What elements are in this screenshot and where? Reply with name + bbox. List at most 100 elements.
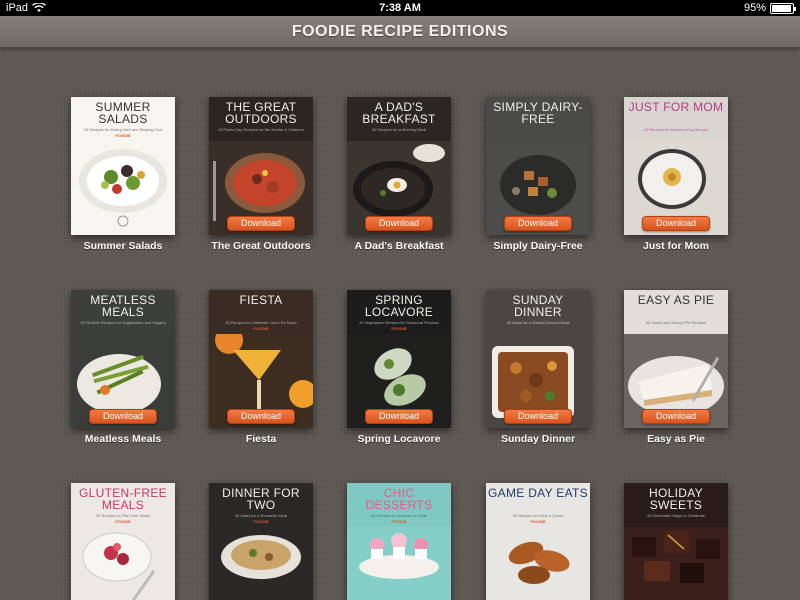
- edition-card-fiesta[interactable]: FIESTA 20 Recipes to Celebrate Cinco De …: [209, 290, 313, 445]
- edition-card-a-dads-breakfast[interactable]: A DAD'S BREAKFAST 40 Recipes for a Morni…: [347, 97, 451, 252]
- edition-title[interactable]: A Dad's Breakfast: [319, 240, 479, 252]
- edition-title[interactable]: Easy as Pie: [596, 433, 756, 445]
- download-button[interactable]: Download: [227, 409, 295, 424]
- edition-cover[interactable]: SUMMER SALADS 20 Recipes for Eating Well…: [71, 97, 175, 235]
- edition-cover[interactable]: THE GREAT OUTDOORS 10 Picnic Day Recipes…: [209, 97, 313, 235]
- cover-subtitle: 40 Ideas for a Weekly Dinner Ritual: [506, 320, 570, 325]
- download-button[interactable]: Download: [642, 216, 710, 231]
- salad-plate-icon: [71, 141, 175, 235]
- cupcakes-icon: [347, 527, 451, 600]
- cover-title: A DAD'S BREAKFAST: [362, 100, 436, 126]
- cover-brand: FOODIE: [530, 519, 546, 524]
- page-title: FOODIE RECIPE EDITIONS: [291, 22, 509, 40]
- download-button[interactable]: Download: [227, 216, 295, 231]
- edition-cover[interactable]: GAME DAY EATS 40 Recipes to Feed a Crowd…: [486, 483, 590, 600]
- cover-subtitle: 30 Recipes to Plan Your Week: [96, 513, 150, 518]
- edition-cover[interactable]: A DAD'S BREAKFAST 40 Recipes for a Morni…: [347, 97, 451, 235]
- cover-subtitle: 20 Recipes to Celebrate Cinco De Mayo: [225, 320, 297, 325]
- edition-cover[interactable]: GLUTEN-FREE MEALS 30 Recipes to Plan You…: [71, 483, 175, 600]
- cover-title: EASY AS PIE: [637, 293, 715, 307]
- edition-title[interactable]: The Great Outdoors: [181, 240, 341, 252]
- cover-brand: FOODIE: [115, 519, 131, 524]
- cover-title: JUST FOR MOM: [628, 100, 724, 114]
- wifi-icon: [32, 3, 47, 12]
- cover-title: SPRING LOCAVORE: [364, 293, 434, 319]
- cover-subtitle: 40 Sweet and Savory Pie Recipes: [645, 320, 707, 325]
- battery-icon: [770, 2, 796, 14]
- cover-title: MEATLESS MEALS: [90, 293, 156, 319]
- edition-card-easy-as-pie[interactable]: EASY AS PIE 40 Sweet and Savory Pie Reci…: [624, 290, 728, 445]
- edition-title[interactable]: Fiesta: [181, 433, 341, 445]
- edition-cover[interactable]: EASY AS PIE 40 Sweet and Savory Pie Reci…: [624, 290, 728, 428]
- cover-subtitle: 20 Recipes for Eating Well and Staying C…: [83, 127, 163, 132]
- edition-cover[interactable]: FIESTA 20 Recipes to Celebrate Cinco De …: [209, 290, 313, 428]
- status-bar: iPad 7:38 AM 95%: [0, 0, 800, 16]
- berry-bowl-icon: [71, 527, 175, 600]
- edition-card-gluten-free-meals[interactable]: GLUTEN-FREE MEALS 30 Recipes to Plan You…: [71, 483, 175, 600]
- battery-percent: 95%: [743, 2, 766, 14]
- edition-title[interactable]: Summer Salads: [43, 240, 203, 252]
- edition-cover[interactable]: JUST FOR MOM 20 Recipes for Mother's Day…: [624, 97, 728, 235]
- pasta-bowl-icon: [209, 527, 313, 600]
- device-label: iPad: [6, 2, 29, 14]
- cover-brand: FOODIE: [253, 519, 269, 524]
- cover-brand: FOODIE: [253, 326, 269, 331]
- edition-card-spring-locavore[interactable]: SPRING LOCAVORE 20 Vegetarian Recipes fo…: [347, 290, 451, 445]
- edition-cover[interactable]: SUNDAY DINNER 40 Ideas for a Weekly Dinn…: [486, 290, 590, 428]
- cover-subtitle: 40 Ideas for a Romantic Meal: [234, 513, 288, 518]
- cover-subtitle: 10 Picnic Day Recipes for the Hunter & G…: [217, 127, 305, 132]
- cover-subtitle: 40 Delectable Ways to Celebrate: [646, 513, 706, 518]
- cover-title: GAME DAY EATS: [488, 486, 588, 500]
- cover-title: SUNDAY DINNER: [512, 293, 564, 319]
- download-button[interactable]: Download: [504, 409, 572, 424]
- edition-title[interactable]: Just for Mom: [596, 240, 756, 252]
- clock: 7:38 AM: [379, 2, 421, 14]
- title-bar: FOODIE RECIPE EDITIONS: [0, 16, 800, 48]
- edition-cover[interactable]: CHIC DESSERTS 40 Recipes to Entertain in…: [347, 483, 451, 600]
- edition-card-game-day-eats[interactable]: GAME DAY EATS 40 Recipes to Feed a Crowd…: [486, 483, 590, 600]
- download-button[interactable]: Download: [89, 409, 157, 424]
- cover-title: DINNER FOR TWO: [222, 486, 300, 512]
- chocolates-icon: [624, 527, 728, 600]
- edition-card-simply-dairy-free[interactable]: SIMPLY DAIRY-FREE Download Simply Dairy-…: [486, 97, 590, 252]
- download-button[interactable]: Download: [365, 216, 433, 231]
- cover-title: SUMMER SALADS: [95, 100, 151, 126]
- edition-title[interactable]: Sunday Dinner: [458, 433, 618, 445]
- edition-card-sunday-dinner[interactable]: SUNDAY DINNER 40 Ideas for a Weekly Dinn…: [486, 290, 590, 445]
- edition-card-summer-salads[interactable]: SUMMER SALADS 20 Recipes for Eating Well…: [71, 97, 175, 252]
- cover-subtitle: 20 Vegetarian Recipes for Seasonal Produ…: [359, 320, 439, 325]
- cover-title: GLUTEN-FREE MEALS: [79, 486, 167, 512]
- edition-cover[interactable]: DINNER FOR TWO 40 Ideas for a Romantic M…: [209, 483, 313, 600]
- edition-cover[interactable]: MEATLESS MEALS 40 Flexible Recipes for V…: [71, 290, 175, 428]
- cover-title: THE GREAT OUTDOORS: [225, 100, 297, 126]
- chicken-wings-icon: [486, 527, 590, 600]
- cover-brand: FOODIE: [391, 519, 407, 524]
- edition-cover[interactable]: SPRING LOCAVORE 20 Vegetarian Recipes fo…: [347, 290, 451, 428]
- edition-title[interactable]: Meatless Meals: [43, 433, 203, 445]
- cover-title: SIMPLY DAIRY-FREE: [493, 100, 583, 126]
- cover-brand: FOODIE: [391, 326, 407, 331]
- edition-card-dinner-for-two[interactable]: DINNER FOR TWO 40 Ideas for a Romantic M…: [209, 483, 313, 600]
- cover-brand: FOODIE: [115, 133, 131, 138]
- edition-cover[interactable]: SIMPLY DAIRY-FREE Download: [486, 97, 590, 235]
- cover-title: HOLIDAY SWEETS: [649, 486, 703, 512]
- edition-title[interactable]: Spring Locavore: [319, 433, 479, 445]
- edition-card-holiday-sweets[interactable]: HOLIDAY SWEETS 40 Delectable Ways to Cel…: [624, 483, 728, 600]
- cover-subtitle: 20 Recipes for Mother's Day Brunch: [643, 127, 709, 132]
- edition-card-the-great-outdoors[interactable]: THE GREAT OUTDOORS 10 Picnic Day Recipes…: [209, 97, 313, 252]
- edition-card-chic-desserts[interactable]: CHIC DESSERTS 40 Recipes to Entertain in…: [347, 483, 451, 600]
- cover-subtitle: 40 Recipes to Feed a Crowd: [512, 513, 564, 518]
- edition-card-meatless-meals[interactable]: MEATLESS MEALS 40 Flexible Recipes for V…: [71, 290, 175, 445]
- cover-title: FIESTA: [239, 293, 283, 307]
- cover-subtitle: 40 Recipes to Entertain in Style: [371, 513, 427, 518]
- edition-cover[interactable]: HOLIDAY SWEETS 40 Delectable Ways to Cel…: [624, 483, 728, 600]
- download-button[interactable]: Download: [365, 409, 433, 424]
- edition-card-just-for-mom[interactable]: JUST FOR MOM 20 Recipes for Mother's Day…: [624, 97, 728, 252]
- download-button[interactable]: Download: [504, 216, 572, 231]
- cover-subtitle: 40 Flexible Recipes for Vegetarians and …: [80, 320, 166, 325]
- cover-subtitle: 40 Recipes for a Morning Meal: [371, 127, 427, 132]
- download-button[interactable]: Download: [642, 409, 710, 424]
- edition-title[interactable]: Simply Dairy-Free: [458, 240, 618, 252]
- cover-title: CHIC DESSERTS: [365, 486, 433, 512]
- editions-grid: SUMMER SALADS 20 Recipes for Eating Well…: [0, 48, 800, 600]
